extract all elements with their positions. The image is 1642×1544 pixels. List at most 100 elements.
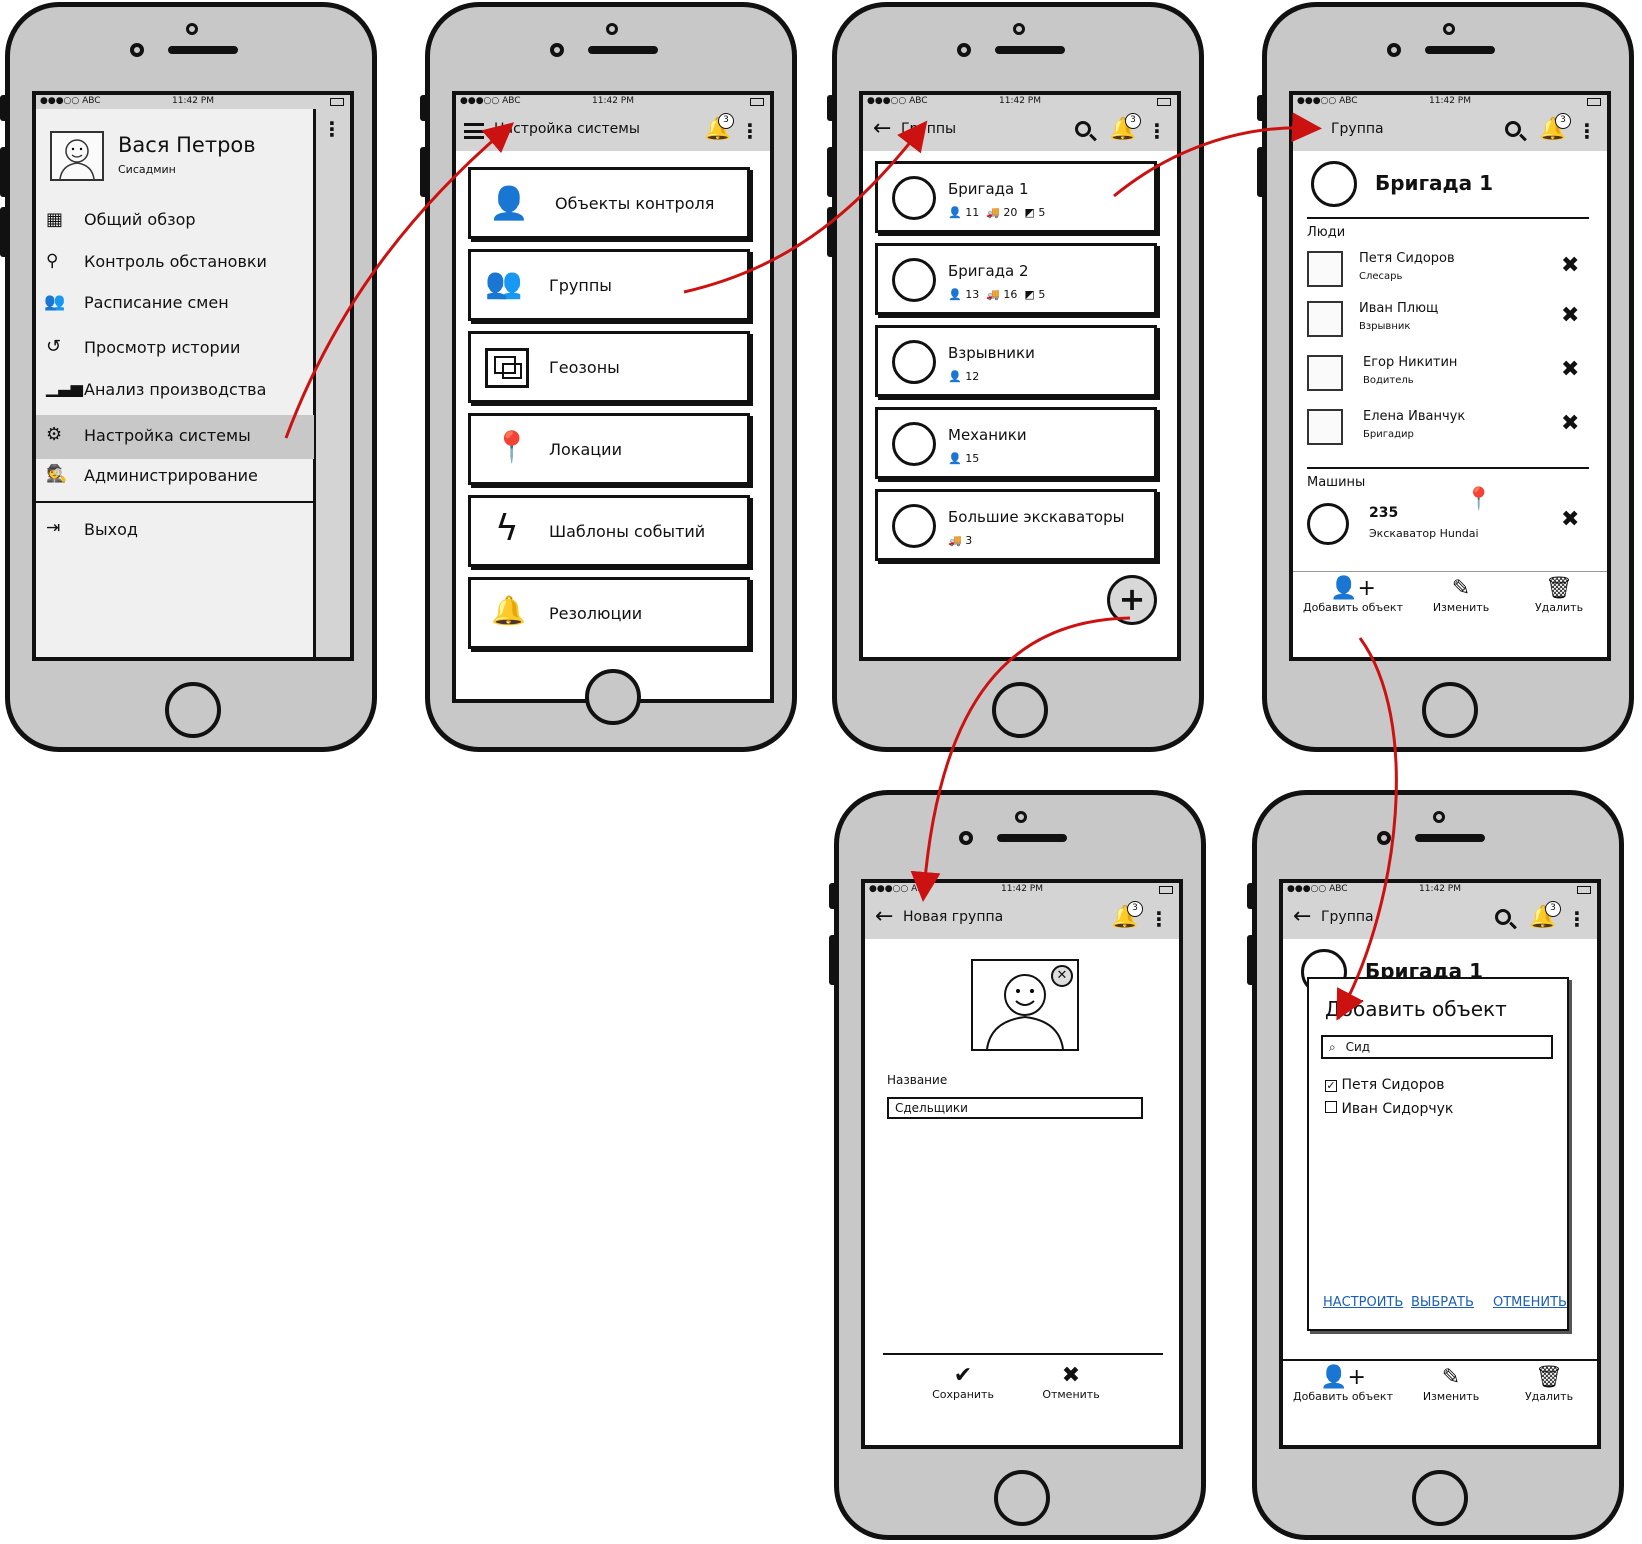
remove-image-icon[interactable]: ✕ xyxy=(1051,965,1073,987)
save-label: Сохранить xyxy=(932,1388,994,1401)
status-bar: ●●●○○ ABC 11:42 PM xyxy=(863,95,1177,109)
machine-name: Экскаватор Hundai xyxy=(1369,527,1479,540)
group-name: Большие экскаваторы xyxy=(948,508,1125,526)
truck-icon: 🚚 xyxy=(986,206,1000,219)
page-title: Группы xyxy=(901,121,957,137)
add-object-button[interactable]: 👤+ Добавить объект xyxy=(1293,1365,1393,1403)
remove-icon[interactable]: ✖ xyxy=(1561,507,1579,532)
menu-item-schedule[interactable]: 👥 Расписание смен xyxy=(36,286,316,322)
user-icon: 👤 xyxy=(948,452,962,465)
menu-item-history[interactable]: ↺ Просмотр истории xyxy=(36,331,316,367)
machine-row[interactable]: 235 Экскаватор Hundai 📍 ✖ xyxy=(1293,487,1607,553)
battery-icon xyxy=(1577,886,1591,894)
person-name: Петя Сидоров xyxy=(1359,251,1455,266)
mute-switch xyxy=(1247,883,1255,909)
phone-group-detail: ●●●○○ ABC 11:42 PM ← Группа 🔔 3 ⋮ Бригад… xyxy=(1257,2,1634,752)
save-button[interactable]: ✔ Сохранить xyxy=(927,1363,999,1401)
configure-link[interactable]: НАСТРОИТЬ xyxy=(1323,1295,1403,1310)
proximity-sensor xyxy=(186,23,198,35)
home-button[interactable] xyxy=(992,682,1048,738)
kebab-icon[interactable]: ⋮ xyxy=(1567,909,1587,929)
front-camera xyxy=(959,831,973,845)
person-row[interactable]: Иван Плющ Взрывник ✖ xyxy=(1293,295,1607,345)
remove-icon[interactable]: ✖ xyxy=(1561,357,1579,382)
settings-item-event-templates[interactable]: ϟ Шаблоны событий xyxy=(468,495,750,567)
menu-item-overview[interactable]: ▦ Общий обзор xyxy=(36,203,316,239)
app-bar: ← Группа 🔔 3 ⋮ xyxy=(1283,897,1597,939)
edit-button[interactable]: ✎ Изменить xyxy=(1411,1365,1491,1403)
menu-item-settings[interactable]: ⚙ Настройка системы xyxy=(36,415,314,459)
group-name: Бригада 2 xyxy=(948,262,1029,280)
person-row[interactable]: Егор Никитин Водитель ✖ xyxy=(1293,349,1607,399)
delete-button[interactable]: 🗑 Удалить xyxy=(1519,576,1599,614)
search-icon[interactable] xyxy=(1075,121,1091,137)
home-button[interactable] xyxy=(585,669,641,725)
group-stats: 👤 11 🚚 20 ◩ 5 xyxy=(948,206,1045,219)
menu-label: Контроль обстановки xyxy=(84,252,267,271)
remove-icon[interactable]: ✖ xyxy=(1561,411,1579,436)
settings-item-label: Локации xyxy=(549,440,622,459)
machines-header: Машины xyxy=(1307,475,1366,490)
user-icon: 👤 xyxy=(948,288,962,301)
status-time: 11:42 PM xyxy=(1419,884,1461,894)
back-arrow-icon[interactable]: ← xyxy=(875,906,893,928)
settings-item-objects[interactable]: 👤 Объекты контроля xyxy=(468,167,750,239)
kebab-icon[interactable]: ⋮ xyxy=(322,117,342,141)
remove-icon[interactable]: ✖ xyxy=(1561,303,1579,328)
home-button[interactable] xyxy=(1422,682,1478,738)
settings-item-geozones[interactable]: Геозоны xyxy=(468,331,750,403)
group-stats: 👤 15 xyxy=(948,452,979,465)
back-arrow-icon[interactable]: ← xyxy=(1293,906,1311,928)
settings-item-groups[interactable]: 👥 Группы xyxy=(468,249,750,321)
home-button[interactable] xyxy=(165,682,221,738)
checkbox-unchecked[interactable] xyxy=(1325,1101,1337,1113)
group-avatar xyxy=(892,504,936,548)
kebab-icon[interactable]: ⋮ xyxy=(740,121,760,141)
user-avatar[interactable] xyxy=(50,131,104,181)
person-role: Взрывник xyxy=(1359,321,1411,332)
checkbox-checked[interactable]: ✓ xyxy=(1325,1080,1337,1092)
group-card[interactable]: Механики 👤 15 xyxy=(875,407,1157,479)
menu-item-admin[interactable]: 🕵 Администрирование xyxy=(36,459,316,495)
edit-button[interactable]: ✎ Изменить xyxy=(1421,576,1501,614)
back-arrow-icon[interactable]: ← xyxy=(873,118,891,140)
menu-item-monitoring[interactable]: ⚲ Контроль обстановки xyxy=(36,245,316,281)
cancel-link[interactable]: ОТМЕНИТЬ xyxy=(1493,1295,1567,1310)
group-card[interactable]: Большие экскаваторы 🚚 3 xyxy=(875,489,1157,561)
settings-item-resolutions[interactable]: 🔔 Резолюции xyxy=(468,577,750,649)
group-image-picker[interactable]: ✕ xyxy=(971,959,1079,1051)
search-icon[interactable] xyxy=(1495,909,1511,925)
hamburger-menu-icon[interactable] xyxy=(464,123,484,139)
mute-switch xyxy=(420,95,428,121)
kebab-icon[interactable]: ⋮ xyxy=(1149,909,1169,929)
settings-item-locations[interactable]: 📍 Локации xyxy=(468,413,750,485)
menu-item-analysis[interactable]: ▁▃▅ Анализ производства xyxy=(36,373,316,409)
menu-item-logout[interactable]: ⇥ Выход xyxy=(36,513,316,549)
delete-button[interactable]: 🗑 Удалить xyxy=(1509,1365,1589,1403)
dialog-search-field[interactable]: ⌕ Сид xyxy=(1321,1035,1553,1059)
home-button[interactable] xyxy=(1412,1470,1468,1526)
home-button[interactable] xyxy=(994,1470,1050,1526)
search-icon[interactable] xyxy=(1505,121,1521,137)
group-card[interactable]: Бригада 2 👤 13 🚚 16 ◩ 5 xyxy=(875,243,1157,315)
edit-label: Изменить xyxy=(1422,1390,1480,1403)
option-row[interactable]: ✓ Петя Сидоров xyxy=(1325,1077,1444,1093)
person-row[interactable]: Елена Иванчук Бригадир ✖ xyxy=(1293,403,1607,453)
kebab-icon[interactable]: ⋮ xyxy=(1147,121,1167,141)
name-field[interactable]: Сдельщики xyxy=(887,1097,1143,1119)
users-icon: 👥 xyxy=(44,292,66,312)
cancel-button[interactable]: ✖ Отменить xyxy=(1035,1363,1107,1401)
map-marker-icon[interactable]: 📍 xyxy=(1465,487,1492,512)
kebab-icon[interactable]: ⋮ xyxy=(1577,121,1597,141)
select-link[interactable]: ВЫБРАТЬ xyxy=(1411,1295,1474,1310)
add-group-fab[interactable]: + xyxy=(1107,575,1157,625)
remove-icon[interactable]: ✖ xyxy=(1561,253,1579,278)
edit-label: Изменить xyxy=(1432,601,1490,614)
group-card[interactable]: Взрывники 👤 12 xyxy=(875,325,1157,397)
person-row[interactable]: Петя Сидоров Слесарь ✖ xyxy=(1293,245,1607,295)
option-row[interactable]: Иван Сидорчук xyxy=(1325,1101,1453,1117)
back-arrow-icon[interactable]: ← xyxy=(1303,118,1321,140)
group-card[interactable]: Бригада 1 👤 11 🚚 20 ◩ 5 xyxy=(875,161,1157,233)
add-object-button[interactable]: 👤+ Добавить объект xyxy=(1303,576,1403,614)
battery-icon xyxy=(1587,98,1601,106)
